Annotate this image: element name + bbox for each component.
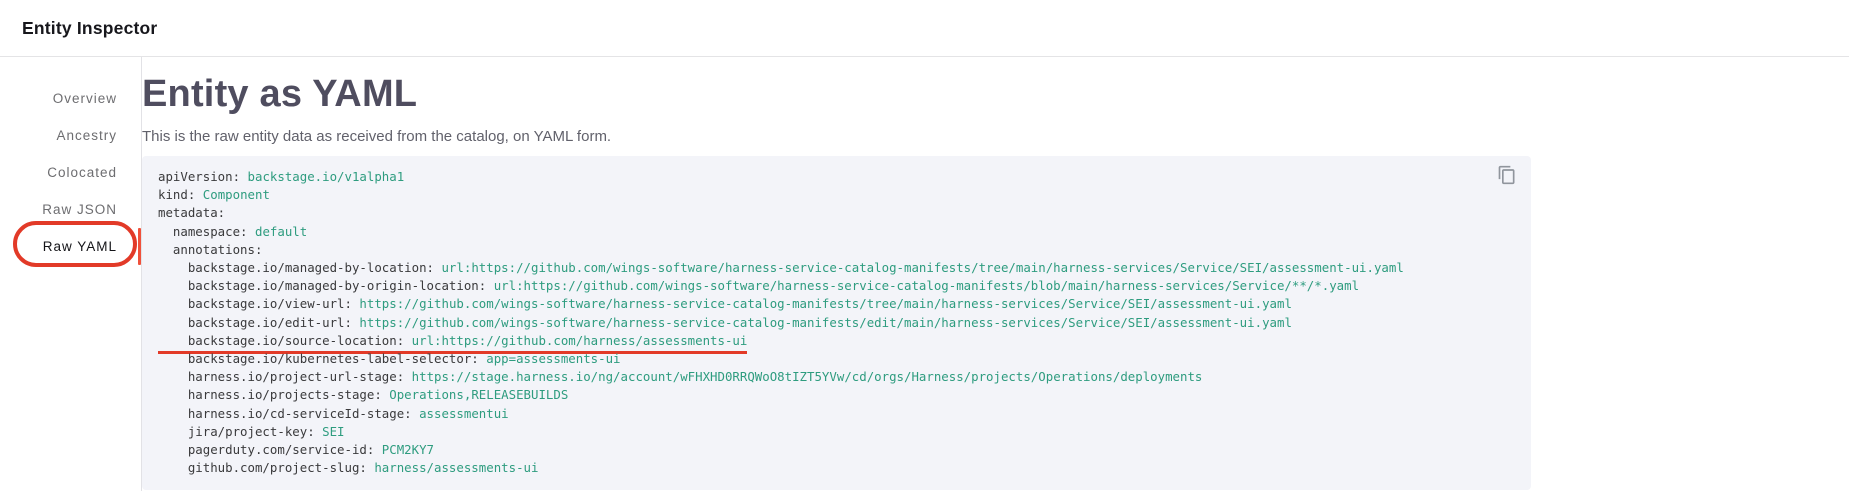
dialog-content: OverviewAncestryColocatedRaw JSONRaw YAM… [0, 57, 1849, 491]
yaml-line: backstage.io/view-url: https://github.co… [158, 295, 1515, 313]
yaml-line: harness.io/cd-serviceId-stage: assessmen… [158, 405, 1515, 423]
page-title: Entity as YAML [142, 72, 1849, 116]
yaml-content: apiVersion: backstage.io/v1alpha1kind: C… [158, 168, 1515, 477]
yaml-line: annotations: [158, 241, 1515, 259]
yaml-line: backstage.io/source-location: url:https:… [158, 332, 1515, 350]
dialog-header: Entity Inspector [0, 0, 1849, 57]
yaml-line: jira/project-key: SEI [158, 423, 1515, 441]
copy-icon[interactable] [1497, 165, 1517, 185]
sidebar-item-colocated[interactable]: Colocated [0, 154, 141, 191]
yaml-line: harness.io/project-url-stage: https://st… [158, 368, 1515, 386]
yaml-line: harness.io/projects-stage: Operations,RE… [158, 386, 1515, 404]
yaml-line: kind: Component [158, 186, 1515, 204]
sidebar-item-raw-json[interactable]: Raw JSON [0, 191, 141, 228]
yaml-line: pagerduty.com/service-id: PCM2KY7 [158, 441, 1515, 459]
selected-tab-indicator [138, 228, 141, 265]
page-description: This is the raw entity data as received … [142, 128, 1849, 145]
tab-panel-raw-yaml: Entity as YAML This is the raw entity da… [142, 57, 1849, 491]
yaml-line: github.com/project-slug: harness/assessm… [158, 459, 1515, 477]
sidebar-item-overview[interactable]: Overview [0, 80, 141, 117]
yaml-line: backstage.io/kubernetes-label-selector: … [158, 350, 1515, 368]
inspector-tab-list: OverviewAncestryColocatedRaw JSONRaw YAM… [0, 57, 142, 491]
yaml-line: backstage.io/managed-by-origin-location:… [158, 277, 1515, 295]
sidebar-item-raw-yaml[interactable]: Raw YAML [0, 228, 141, 265]
dialog-title: Entity Inspector [22, 18, 157, 39]
yaml-code-block: apiVersion: backstage.io/v1alpha1kind: C… [142, 156, 1531, 490]
yaml-line: namespace: default [158, 223, 1515, 241]
yaml-line: metadata: [158, 204, 1515, 222]
yaml-line: backstage.io/edit-url: https://github.co… [158, 314, 1515, 332]
yaml-line: apiVersion: backstage.io/v1alpha1 [158, 168, 1515, 186]
yaml-line: backstage.io/managed-by-location: url:ht… [158, 259, 1515, 277]
sidebar-item-ancestry[interactable]: Ancestry [0, 117, 141, 154]
